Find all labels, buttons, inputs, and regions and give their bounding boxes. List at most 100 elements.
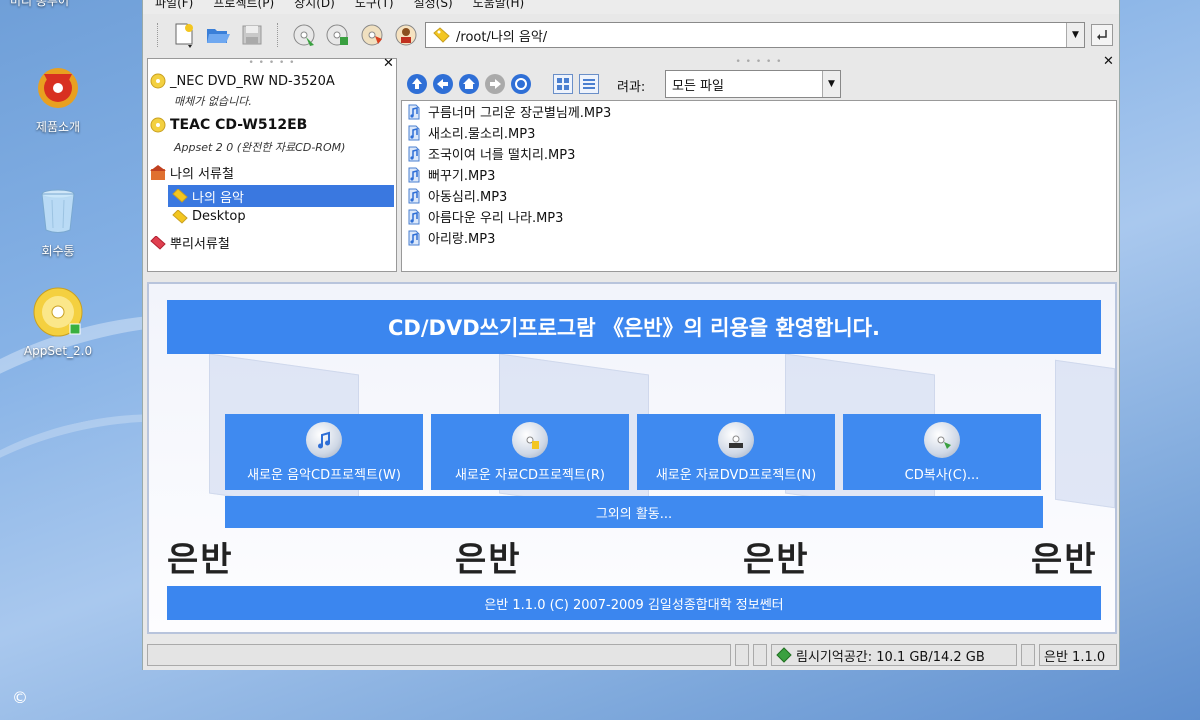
tree-item-label: 나의 서류철 xyxy=(170,167,234,182)
new-data-dvd-button[interactable]: 새로운 자료DVD프로젝트(N) xyxy=(637,414,835,490)
new-project-button[interactable] xyxy=(169,20,199,50)
gear-logo-icon xyxy=(30,58,86,114)
tree-item-label: Desktop xyxy=(192,209,246,224)
forward-arrow-icon[interactable] xyxy=(485,74,505,94)
chevron-down-icon[interactable]: ▼ xyxy=(822,71,840,97)
file-row[interactable]: 조국이여 너를 떨치리.MP3 xyxy=(402,143,1116,164)
tree-item-root[interactable]: 뿌리서류철 xyxy=(150,233,230,252)
desktop-icon-label: 제품소개 xyxy=(35,120,81,134)
action-label: 새로운 음악CD프로젝트(W) xyxy=(247,467,401,483)
watermark-logo: 은반 xyxy=(455,540,522,580)
tree-item-desktop[interactable]: Desktop xyxy=(172,209,246,224)
home-folder-icon xyxy=(150,164,166,180)
icon-view-icon[interactable] xyxy=(553,74,573,94)
status-cell xyxy=(1021,644,1035,666)
new-audio-cd-button[interactable]: 새로운 음악CD프로젝트(W) xyxy=(225,414,423,490)
welcome-banner: CD/DVD쓰기프로그람 《은반》의 리용을 환영합니다. xyxy=(167,300,1101,354)
new-data-cd-button[interactable]: 새로운 자료CD프로젝트(R) xyxy=(431,414,629,490)
device-info-button[interactable] xyxy=(391,20,421,50)
file-row[interactable]: 뻐꾸기.MP3 xyxy=(402,164,1116,185)
file-name: 조국이여 너를 떨치리.MP3 xyxy=(428,148,576,163)
tree-item-my-music[interactable]: 나의 음악 xyxy=(168,185,394,207)
desktop-icon-label: 회수통 xyxy=(41,244,75,258)
cd-copy-button[interactable]: CD복사(C)... xyxy=(843,414,1041,490)
filter-value: 모든 파일 xyxy=(672,78,724,94)
open-project-button[interactable] xyxy=(203,20,233,50)
file-name: 새소리.물소리.MP3 xyxy=(428,127,536,142)
copy-cd-button[interactable] xyxy=(323,20,353,50)
tree-item-status: 매체가 없습니다. xyxy=(174,95,252,108)
refresh-icon[interactable] xyxy=(511,74,531,94)
decorative-cd-box xyxy=(1055,359,1115,509)
file-name: 아동심리.MP3 xyxy=(428,190,508,205)
menu-project[interactable]: 프로젝트(P) xyxy=(213,0,274,14)
status-cell xyxy=(735,644,749,666)
file-row[interactable]: 새소리.물소리.MP3 xyxy=(402,122,1116,143)
menubar: 파일(F) 프로젝트(P) 장치(D) 도구(T) 설정(S) 도움말(H) xyxy=(143,0,1119,14)
go-up-button[interactable] xyxy=(1091,24,1113,46)
new-document-icon xyxy=(175,23,193,48)
menu-device[interactable]: 장치(D) xyxy=(294,0,335,14)
watermark-logo: 은반 xyxy=(167,540,234,580)
diamond-drive-icon xyxy=(776,647,792,663)
tree-item-teac-cd[interactable]: TEAC CD-W512EB xyxy=(150,117,307,133)
menu-help[interactable]: 도움말(H) xyxy=(473,0,525,14)
tree-item-label: 뿌리서류철 xyxy=(170,237,230,252)
pane-grip[interactable]: • • • • • xyxy=(736,58,783,67)
menu-settings[interactable]: 설정(S) xyxy=(414,0,453,14)
tree-item-label: TEAC CD-W512EB xyxy=(170,117,308,133)
pane-grip[interactable]: • • • • • xyxy=(249,59,296,68)
eunban-window: 파일(F) 프로젝트(P) 장치(D) 도구(T) 설정(S) 도움말(H) /… xyxy=(142,0,1120,670)
audio-file-icon xyxy=(408,167,420,182)
temp-space-text: 림시기억공간: 10.1 GB/14.2 GB xyxy=(796,649,985,665)
action-label: 새로운 자료DVD프로젝트(N) xyxy=(655,467,817,483)
status-cell xyxy=(753,644,767,666)
audio-file-icon xyxy=(408,104,420,119)
welcome-panel: 은반 은반 은반 은반 CD/DVD쓰기프로그람 《은반》의 리용을 환영합니다… xyxy=(147,282,1117,634)
save-icon xyxy=(242,25,262,45)
home-icon[interactable] xyxy=(459,74,479,94)
action-label: CD복사(C)... xyxy=(904,467,980,483)
up-arrow-icon[interactable] xyxy=(407,74,427,94)
enter-arrow-icon xyxy=(1097,30,1107,40)
desktop-icon-product-info[interactable]: 제품소개 xyxy=(8,58,108,135)
save-project-button[interactable] xyxy=(237,20,267,50)
back-arrow-icon[interactable] xyxy=(433,74,453,94)
desktop-top-label: 미리 봉투어 xyxy=(10,0,70,8)
trash-icon xyxy=(30,182,86,238)
status-message xyxy=(147,644,731,666)
file-row[interactable]: 아리랑.MP3 xyxy=(402,227,1116,248)
path-text: /root/나의 음악/ xyxy=(456,29,548,45)
desktop-icon-appset[interactable]: AppSet_2.0 xyxy=(8,284,108,358)
file-list: 구름너머 그리운 장군별님께.MP3 새소리.물소리.MP3 조국이여 너를 떨… xyxy=(401,100,1117,272)
file-pane-close-icon[interactable]: ✕ xyxy=(1103,54,1114,69)
file-row[interactable]: 아름다운 우리 나라.MP3 xyxy=(402,206,1116,227)
device-tree-pane: • • • • • _NEC DVD_RW ND-3520A 매체가 없습니다.… xyxy=(147,58,397,272)
menu-file[interactable]: 파일(F) xyxy=(155,0,193,14)
burn-cd-icon xyxy=(293,24,315,46)
file-name: 구름너머 그리운 장군별님께.MP3 xyxy=(428,106,612,121)
other-actions-button[interactable]: 그외의 활동... xyxy=(225,496,1043,528)
list-view-icon[interactable] xyxy=(579,74,599,94)
erase-cd-button[interactable] xyxy=(357,20,387,50)
audio-file-icon xyxy=(408,188,420,203)
data-dvd-icon xyxy=(718,421,754,458)
tree-item-label: 나의 음악 xyxy=(192,190,244,206)
tree-pane-close-icon[interactable]: ✕ xyxy=(383,56,394,71)
root-folder-icon xyxy=(150,235,166,250)
cd-drive-icon xyxy=(150,117,166,133)
tree-item-nec-dvd[interactable]: _NEC DVD_RW ND-3520A xyxy=(150,73,335,89)
desktop-icon-trash[interactable]: 회수통 xyxy=(8,182,108,259)
file-row[interactable]: 아동심리.MP3 xyxy=(402,185,1116,206)
desktop-icon-label: AppSet_2.0 xyxy=(23,344,93,358)
menu-tools[interactable]: 도구(T) xyxy=(355,0,394,14)
tree-item-my-documents[interactable]: 나의 서류철 xyxy=(150,163,234,182)
path-combobox[interactable]: /root/나의 음악/ ▼ xyxy=(425,22,1085,48)
burn-button[interactable] xyxy=(289,20,319,50)
file-row[interactable]: 구름너머 그리운 장군별님께.MP3 xyxy=(402,101,1116,122)
path-dropdown-arrow-icon[interactable]: ▼ xyxy=(1066,23,1084,47)
data-cd-icon xyxy=(512,421,548,458)
folder-tag-icon xyxy=(172,209,188,224)
filter-select[interactable]: 모든 파일 ▼ xyxy=(665,70,841,98)
temp-space-indicator: 림시기억공간: 10.1 GB/14.2 GB xyxy=(771,644,1017,666)
